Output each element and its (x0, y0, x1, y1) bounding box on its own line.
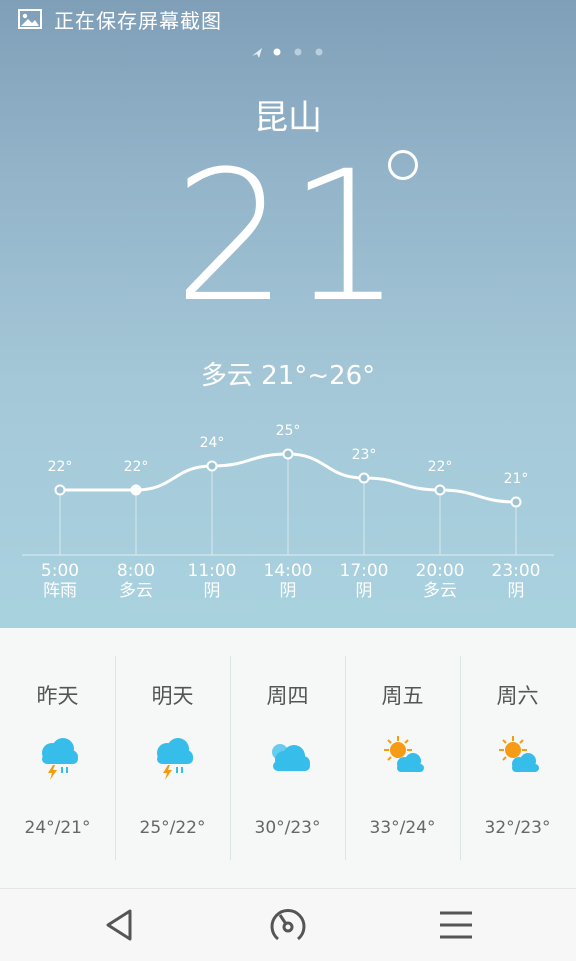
hour-time: 20:00 (415, 561, 465, 581)
hour-condition: 阴 (203, 581, 221, 601)
page-dot-active (273, 48, 281, 56)
cloudy-icon (272, 744, 310, 771)
temperature-label: 22° (48, 459, 73, 475)
daily-forecast: 昨天 24°/21° 明天 25°/22° 周四 30°/23° 周五 33°/… (0, 628, 576, 888)
partly-sunny-icon (499, 736, 539, 772)
daily-item[interactable]: 周六 32°/23° (460, 628, 575, 888)
temperature-point (54, 484, 66, 496)
hour-time: 14:00 (263, 561, 313, 581)
temperature-point (510, 496, 522, 508)
page-dot (315, 48, 323, 56)
hour-condition: 阴 (279, 581, 297, 601)
thunder-rain-icon (157, 738, 193, 780)
hour-condition: 多云 (423, 581, 457, 601)
temp-range: 32°/23° (484, 818, 551, 838)
hour-item: 14:00 阴 (248, 561, 328, 601)
hour-item: 8:00 多云 (96, 561, 176, 601)
temp-range: 25°/22° (139, 818, 206, 838)
status-text: 正在保存屏幕截图 (54, 9, 222, 33)
hour-time: 5:00 (40, 561, 80, 581)
navigation-bar (0, 888, 576, 961)
hour-condition: 阴 (355, 581, 373, 601)
hour-time: 8:00 (116, 561, 156, 581)
location-arrow-icon (252, 48, 262, 58)
daily-item[interactable]: 周四 30°/23° (230, 628, 345, 888)
temp-range: 30°/23° (254, 818, 321, 838)
temperature-label: 23° (352, 447, 377, 463)
temperature-label: 22° (428, 459, 453, 475)
temperature-label: 25° (276, 423, 301, 439)
menu-icon[interactable] (432, 901, 480, 949)
daily-item[interactable]: 明天 25°/22° (115, 628, 230, 888)
hour-time: 11:00 (187, 561, 237, 581)
hourly-forecast: 22° 22° 24° 25° 23° 22° 21° 5:00 阵雨 8:00 多云 11:00 阴… (0, 420, 576, 620)
hour-condition: 阴 (507, 581, 525, 601)
city-name[interactable]: 昆山 (0, 90, 576, 139)
image-icon (18, 9, 42, 29)
temperature-label: 24° (200, 435, 225, 451)
temperature-point (434, 484, 446, 496)
degree-symbol (388, 150, 418, 180)
today-summary: 多云 21°~26° (200, 361, 376, 391)
page-dot (294, 48, 302, 56)
temperature-label: 22° (124, 459, 149, 475)
hour-item: 11:00 阴 (172, 561, 252, 601)
hour-item: 5:00 阵雨 (20, 561, 100, 601)
back-icon[interactable] (96, 901, 144, 949)
day-label: 周六 (496, 684, 539, 708)
temperature-point (206, 460, 218, 472)
temperature-point (358, 472, 370, 484)
hour-item: 23:00 阴 (476, 561, 556, 601)
current-temperature: 21 (173, 133, 403, 342)
hour-condition: 多云 (119, 581, 153, 601)
partly-sunny-icon (384, 736, 424, 772)
temp-range: 24°/21° (24, 818, 91, 838)
thunder-rain-icon (42, 738, 78, 780)
hour-time: 17:00 (339, 561, 389, 581)
day-label: 昨天 (36, 684, 79, 708)
weather-header: 正在保存屏幕截图 昆山 21 多云 21°~26° 22° 22° 24° 25° 23… (0, 0, 576, 628)
temperature-point (282, 448, 294, 460)
temperature-label: 21° (504, 471, 529, 487)
temp-range: 33°/24° (369, 818, 436, 838)
hour-item: 17:00 阴 (324, 561, 404, 601)
page-indicator[interactable] (248, 45, 328, 59)
daily-item[interactable]: 周五 33°/24° (345, 628, 460, 888)
hour-condition: 阵雨 (43, 581, 77, 601)
day-label: 周五 (381, 684, 424, 708)
day-label: 明天 (151, 684, 194, 708)
temperature-point (130, 484, 142, 496)
day-label: 周四 (266, 684, 309, 708)
hour-time: 23:00 (491, 561, 541, 581)
speedometer-icon[interactable] (264, 901, 312, 949)
hour-item: 20:00 多云 (400, 561, 480, 601)
status-bar: 正在保存屏幕截图 (0, 0, 576, 38)
daily-item[interactable]: 昨天 24°/21° (0, 628, 115, 888)
